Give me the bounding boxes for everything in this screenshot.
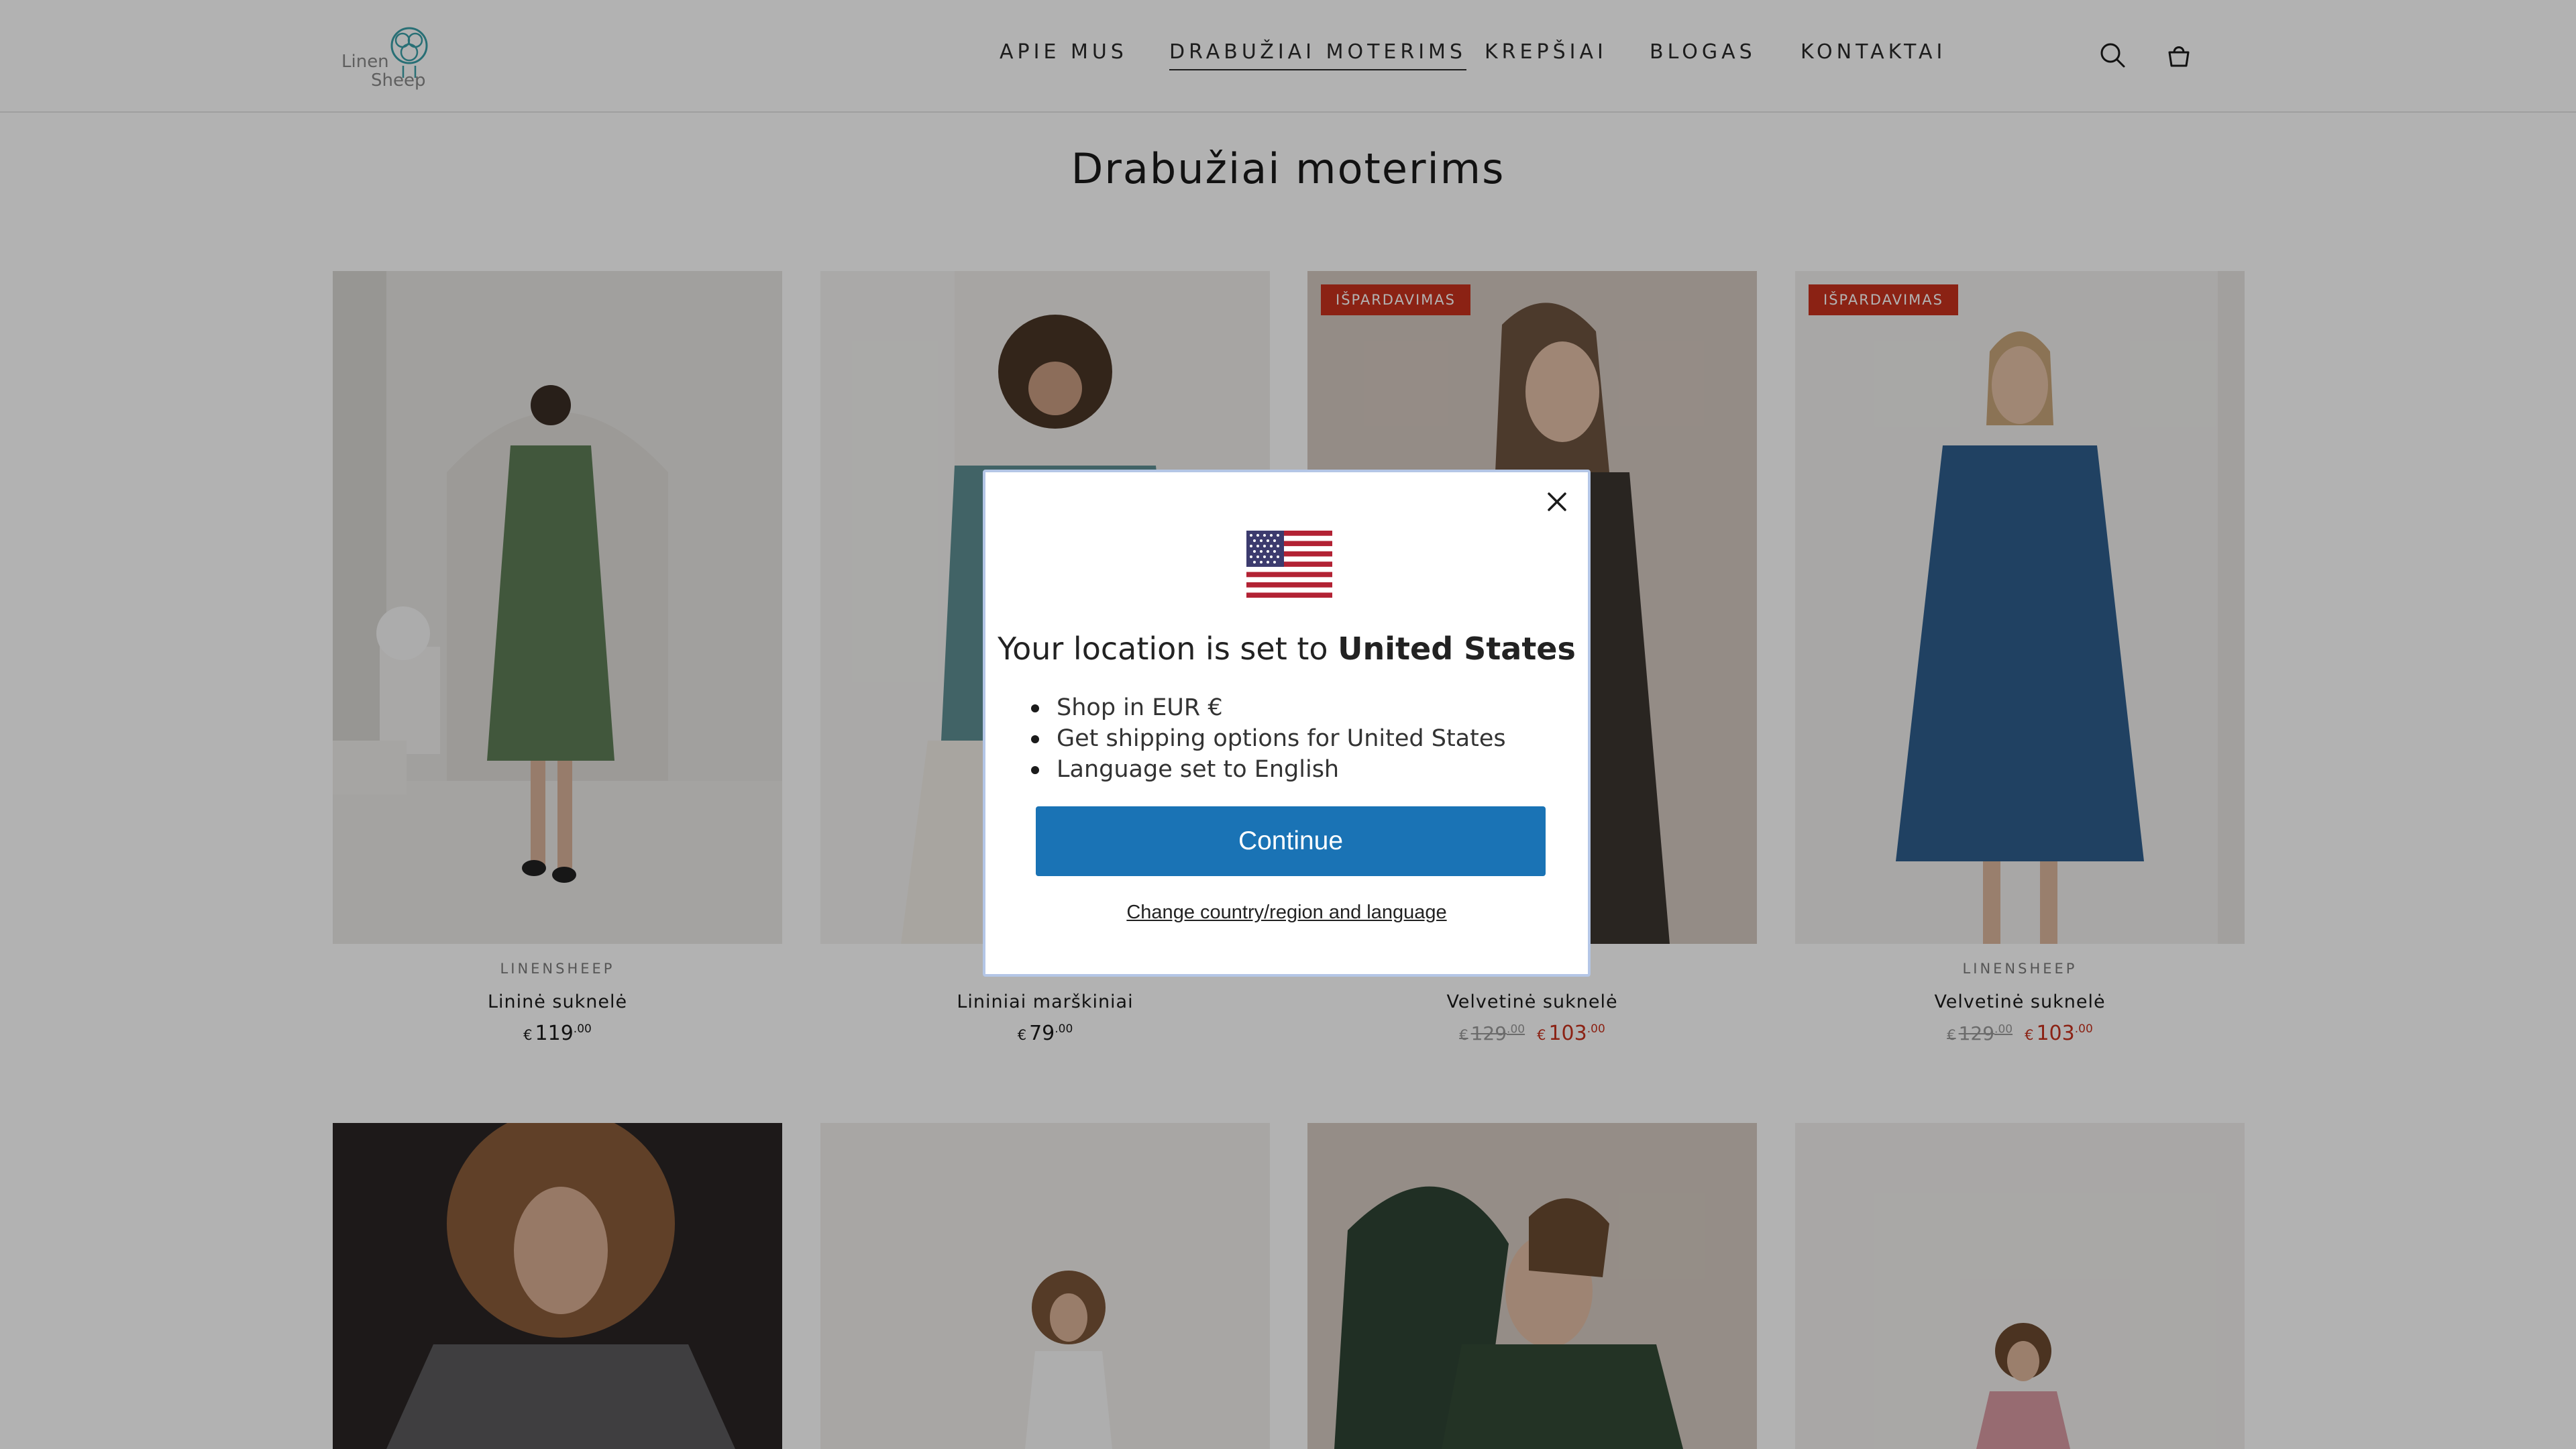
change-country-link[interactable]: Change country/region and language: [985, 902, 1588, 924]
modal-bullets: Shop in EUR € Get shipping options for U…: [1031, 692, 1506, 785]
page: Linen Sheep APIE MUS DRABUŽIAI MOTERIMS …: [0, 0, 2576, 1449]
location-modal: Your location is set to United States Sh…: [983, 470, 1591, 977]
continue-button[interactable]: Continue: [1036, 806, 1546, 876]
modal-title: Your location is set to United States: [998, 631, 1576, 667]
us-flag-icon: [1246, 531, 1332, 598]
close-icon[interactable]: [1538, 483, 1576, 521]
list-item: Get shipping options for United States: [1031, 723, 1506, 754]
selected-country: United States: [1338, 631, 1576, 667]
list-item: Language set to English: [1031, 754, 1506, 785]
list-item: Shop in EUR €: [1031, 692, 1506, 723]
